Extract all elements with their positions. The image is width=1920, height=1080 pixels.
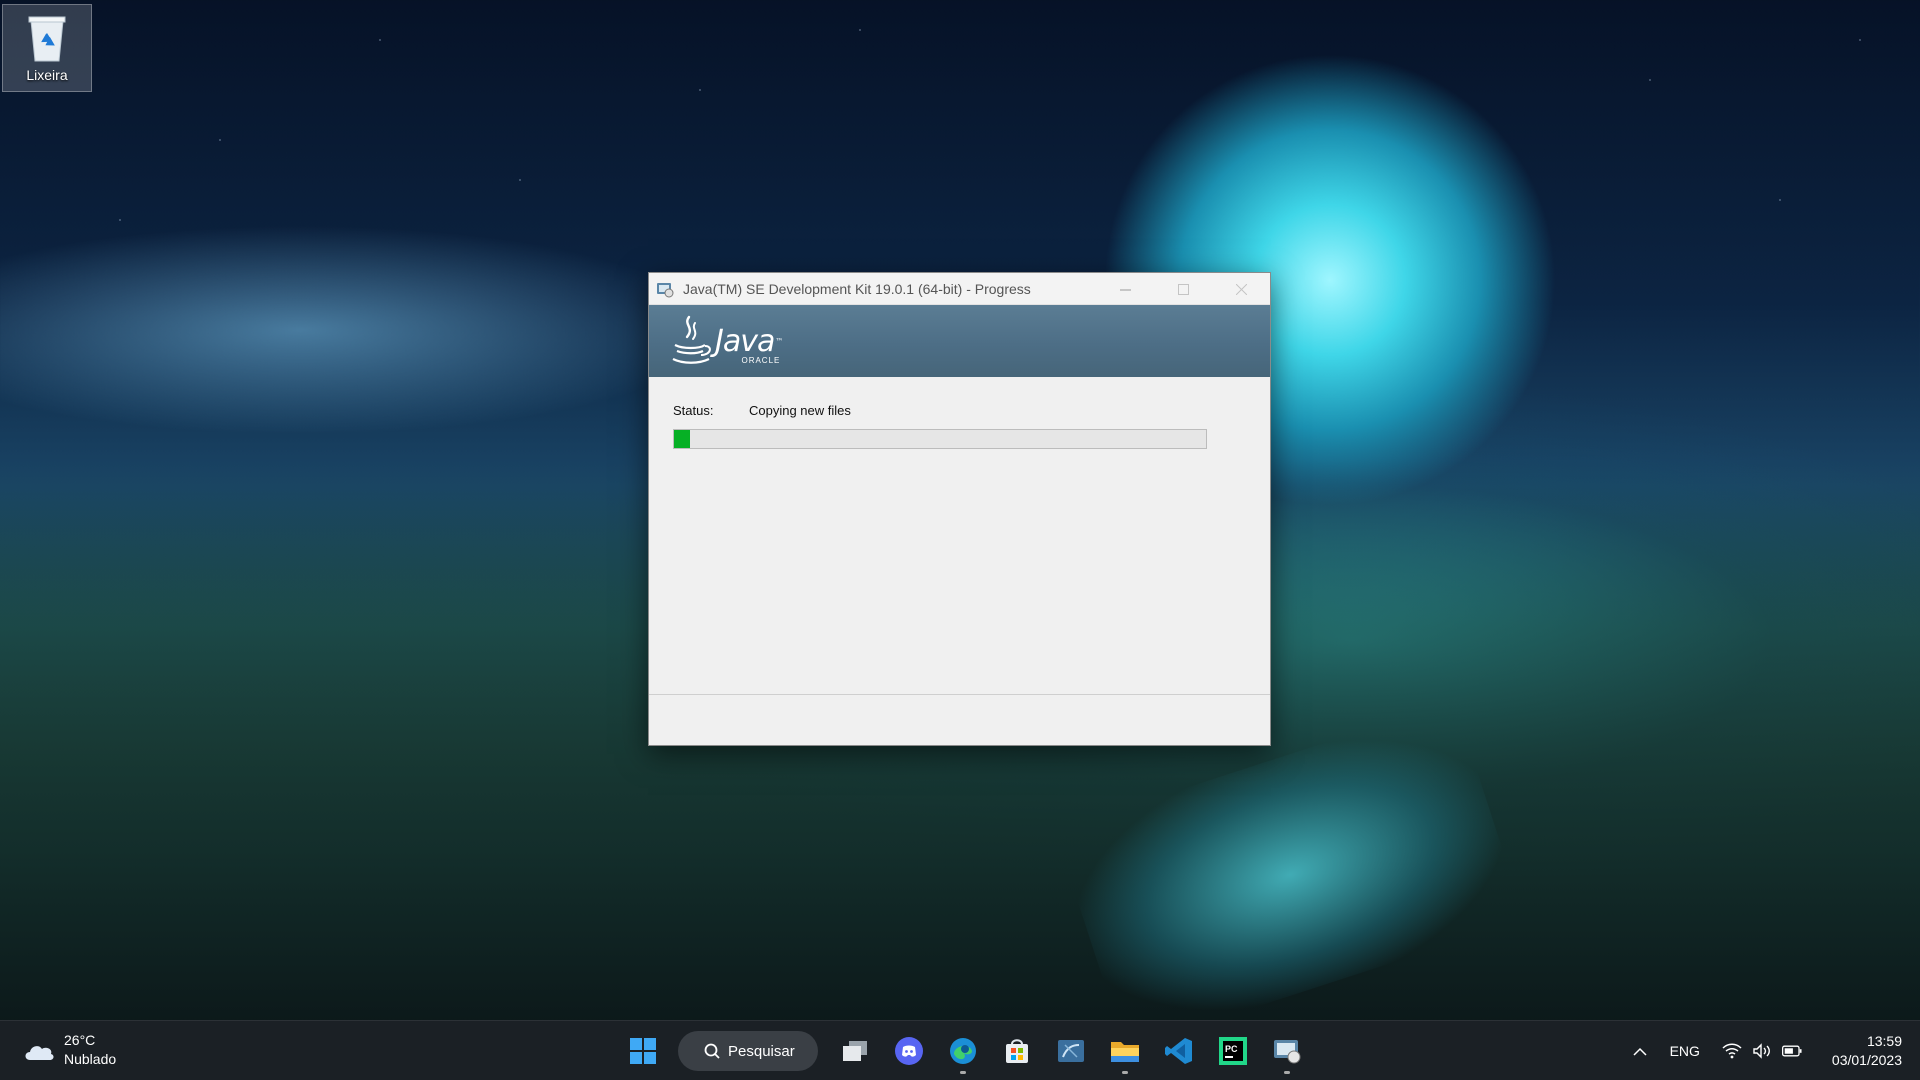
progress-fill: [674, 430, 690, 448]
weather-temperature: 26°C: [64, 1032, 96, 1048]
vscode-icon: [1165, 1038, 1192, 1064]
pycharm-icon: PC: [1219, 1037, 1247, 1065]
store-icon: [1006, 1039, 1028, 1063]
installer-banner: Java™ ORACLE: [649, 305, 1270, 377]
language-indicator[interactable]: ENG: [1670, 1043, 1700, 1059]
task-view-button[interactable]: [831, 1027, 879, 1075]
status-row: Status: Copying new files: [673, 403, 851, 418]
running-indicator: [1122, 1071, 1128, 1074]
wifi-icon: [1722, 1043, 1742, 1059]
taskbar: 26°C Nublado Pesquisar PC ENG 13:59 03/0…: [0, 1020, 1920, 1080]
file-explorer-icon: [1111, 1042, 1139, 1062]
close-icon: [1235, 283, 1247, 295]
taskbar-search[interactable]: Pesquisar: [678, 1031, 818, 1071]
java-logo: Java™ ORACLE: [669, 313, 783, 369]
taskbar-pycharm[interactable]: PC: [1209, 1027, 1257, 1075]
search-icon: [704, 1043, 720, 1059]
weather-condition: Nublado: [64, 1051, 117, 1067]
taskbar-vscode[interactable]: [1155, 1027, 1203, 1075]
taskbar-sql-tool[interactable]: [1047, 1027, 1095, 1075]
battery-button[interactable]: [1781, 1041, 1802, 1061]
volume-icon: [1753, 1043, 1770, 1059]
oracle-wordmark: ORACLE: [741, 356, 781, 365]
taskbar-file-explorer[interactable]: [1101, 1027, 1149, 1075]
search-label: Pesquisar: [728, 1042, 795, 1060]
java-wordmark: Java: [715, 324, 775, 359]
clock-time: 13:59: [1866, 1033, 1902, 1049]
footer-divider: [649, 694, 1270, 695]
close-button[interactable]: [1212, 273, 1270, 305]
desktop-icon-recycle-bin[interactable]: Lixeira: [2, 4, 92, 92]
window-title: Java(TM) SE Development Kit 19.0.1 (64-b…: [683, 280, 1031, 297]
battery-icon: [1781, 1045, 1802, 1057]
svg-text:PC: PC: [1225, 1044, 1238, 1054]
chevron-up-icon: [1633, 1047, 1647, 1056]
wallpaper-river: [1054, 700, 1526, 1050]
java-installer-icon: [1274, 1040, 1301, 1064]
clock-date: 03/01/2023: [1831, 1052, 1902, 1068]
maximize-button[interactable]: [1154, 273, 1212, 305]
java-installer-window[interactable]: Java(TM) SE Development Kit 19.0.1 (64-b…: [648, 272, 1271, 746]
volume-button[interactable]: [1752, 1041, 1772, 1061]
taskbar-edge[interactable]: [939, 1027, 987, 1075]
weather-widget[interactable]: 26°C Nublado: [22, 1031, 116, 1069]
maximize-icon: [1177, 283, 1189, 295]
edge-icon: [950, 1038, 976, 1064]
sql-tool-icon: [1058, 1040, 1084, 1062]
taskbar-apps: Pesquisar PC: [616, 1027, 1314, 1075]
installer-app-icon: [657, 282, 674, 297]
discord-icon: [895, 1037, 923, 1065]
install-progress-bar: [673, 429, 1207, 449]
cloud-icon: [25, 1046, 54, 1060]
taskbar-java-installer[interactable]: [1263, 1027, 1311, 1075]
wifi-button[interactable]: [1722, 1041, 1742, 1061]
installer-content: Status: Copying new files: [649, 377, 1270, 745]
start-icon: [630, 1038, 656, 1064]
taskbar-clock[interactable]: 13:59 03/01/2023: [1832, 1032, 1902, 1070]
java-cup-icon: [672, 315, 711, 364]
window-titlebar[interactable]: Java(TM) SE Development Kit 19.0.1 (64-b…: [649, 273, 1270, 305]
show-hidden-icons-button[interactable]: [1630, 1044, 1650, 1059]
status-label: Status:: [673, 403, 714, 418]
recycle-bin-icon: [28, 16, 66, 62]
running-indicator: [1284, 1071, 1290, 1074]
taskbar-discord[interactable]: [885, 1027, 933, 1075]
task-view-icon: [843, 1041, 867, 1061]
running-indicator: [960, 1071, 966, 1074]
minimize-button[interactable]: [1096, 273, 1154, 305]
minimize-icon: [1119, 289, 1131, 290]
trademark: ™: [775, 337, 783, 346]
system-tray: ENG 13:59 03/01/2023: [1630, 1021, 1920, 1080]
status-value: Copying new files: [749, 403, 851, 418]
taskbar-store[interactable]: [993, 1027, 1041, 1075]
desktop-icon-label: Lixeira: [26, 67, 68, 83]
start-button[interactable]: [619, 1027, 667, 1075]
